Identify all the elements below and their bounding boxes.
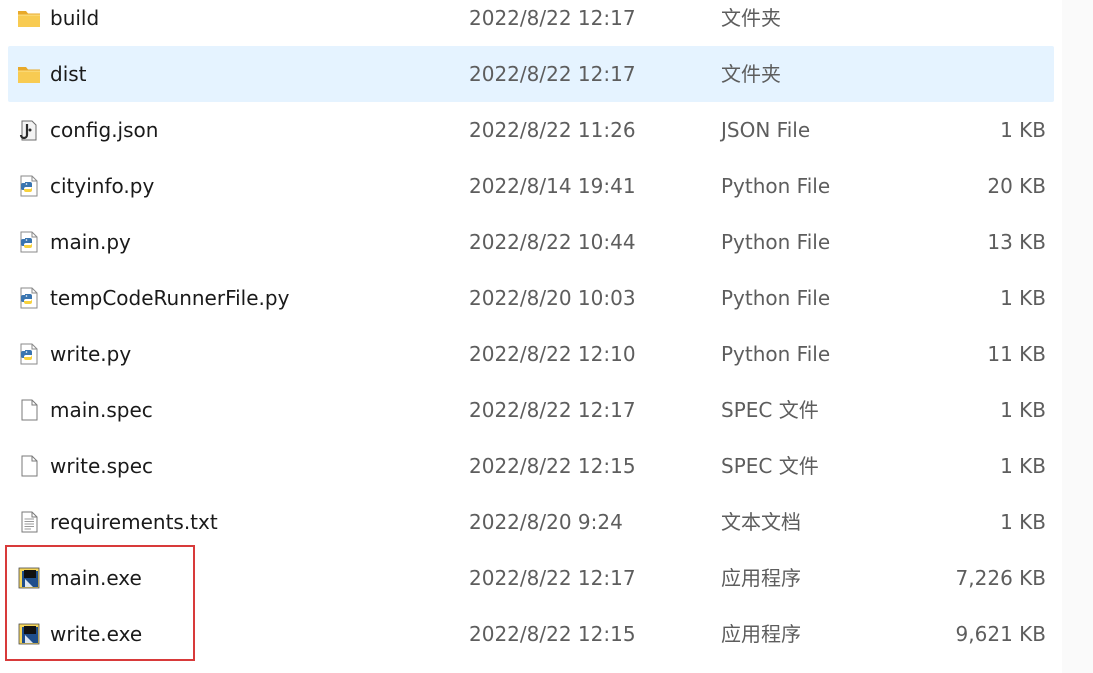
file-date-modified: 2022/8/22 12:17 (469, 566, 636, 590)
file-name: main.exe (50, 566, 142, 590)
folder-icon (16, 62, 42, 86)
file-date-modified: 2022/8/14 19:41 (469, 174, 636, 198)
file-type: Python File (721, 230, 831, 254)
file-type: 文件夹 (721, 62, 781, 86)
json-file-icon (16, 118, 42, 142)
file-date-modified: 2022/8/22 11:26 (469, 118, 636, 142)
file-name: config.json (50, 118, 159, 142)
file-name: main.spec (50, 398, 153, 422)
file-row[interactable]: main.exe 2022/8/22 12:17 应用程序 7,226 KB (8, 550, 1054, 606)
file-name: write.spec (50, 454, 154, 478)
file-name: write.py (50, 342, 132, 366)
python-file-icon (16, 174, 42, 198)
file-type: 应用程序 (721, 566, 801, 590)
python-file-icon (16, 230, 42, 254)
file-size: 1 KB (1000, 398, 1046, 422)
file-date-modified: 2022/8/22 12:17 (469, 62, 636, 86)
file-date-modified: 2022/8/22 12:10 (469, 342, 636, 366)
file-row[interactable]: config.json 2022/8/22 11:26 JSON File 1 KB (8, 102, 1054, 158)
file-size: 13 KB (987, 230, 1046, 254)
file-size: 11 KB (987, 342, 1046, 366)
file-row[interactable]: write.py 2022/8/22 12:10 Python File 11 KB (8, 326, 1054, 382)
file-row[interactable]: dist 2022/8/22 12:17 文件夹 (8, 46, 1054, 102)
file-type: 应用程序 (721, 622, 801, 646)
file-explorer-pane: build 2022/8/22 12:17 文件夹 dist 2022/8/22 12:… (0, 0, 1093, 673)
file-type: JSON File (721, 118, 811, 142)
file-date-modified: 2022/8/22 12:15 (469, 454, 636, 478)
scrollbar-track[interactable] (1062, 0, 1093, 673)
file-size: 1 KB (1000, 510, 1046, 534)
file-name: build (50, 6, 100, 30)
file-row[interactable]: write.exe 2022/8/22 12:15 应用程序 9,621 KB (8, 606, 1054, 662)
file-row[interactable]: write.spec 2022/8/22 12:15 SPEC 文件 1 KB (8, 438, 1054, 494)
file-size: 1 KB (1000, 118, 1046, 142)
file-name: dist (50, 62, 87, 86)
blank-file-icon (16, 454, 42, 478)
file-type: SPEC 文件 (721, 454, 819, 478)
file-row[interactable]: cityinfo.py 2022/8/14 19:41 Python File 20 … (8, 158, 1054, 214)
file-size: 9,621 KB (955, 622, 1046, 646)
file-size: 1 KB (1000, 286, 1046, 310)
file-row[interactable]: build 2022/8/22 12:17 文件夹 (8, 0, 1054, 46)
pyinstaller-exe-icon (16, 622, 42, 646)
file-date-modified: 2022/8/20 9:24 (469, 510, 623, 534)
file-row[interactable]: tempCodeRunnerFile.py 2022/8/20 10:03 Pyth… (8, 270, 1054, 326)
file-date-modified: 2022/8/22 12:17 (469, 6, 636, 30)
file-name: main.py (50, 230, 131, 254)
file-name: tempCodeRunnerFile.py (50, 286, 290, 310)
file-type: 文件夹 (721, 6, 781, 30)
python-file-icon (16, 342, 42, 366)
file-row[interactable]: main.spec 2022/8/22 12:17 SPEC 文件 1 KB (8, 382, 1054, 438)
file-type: 文本文档 (721, 510, 801, 534)
folder-icon (16, 6, 42, 30)
file-size: 20 KB (987, 174, 1046, 198)
file-name: requirements.txt (50, 510, 218, 534)
python-file-icon (16, 286, 42, 310)
file-type: Python File (721, 286, 831, 310)
file-row[interactable]: main.py 2022/8/22 10:44 Python File 13 KB (8, 214, 1054, 270)
file-date-modified: 2022/8/22 12:15 (469, 622, 636, 646)
file-name: cityinfo.py (50, 174, 155, 198)
file-row[interactable]: requirements.txt 2022/8/20 9:24 文本文档 1 KB (8, 494, 1054, 550)
file-size: 7,226 KB (955, 566, 1046, 590)
file-size: 1 KB (1000, 454, 1046, 478)
file-list: build 2022/8/22 12:17 文件夹 dist 2022/8/22 12:… (8, 0, 1054, 662)
text-file-icon (16, 510, 42, 534)
file-type: Python File (721, 174, 831, 198)
file-date-modified: 2022/8/22 10:44 (469, 230, 636, 254)
file-date-modified: 2022/8/22 12:17 (469, 398, 636, 422)
blank-file-icon (16, 398, 42, 422)
file-date-modified: 2022/8/20 10:03 (469, 286, 636, 310)
file-type: SPEC 文件 (721, 398, 819, 422)
pyinstaller-exe-icon (16, 566, 42, 590)
file-type: Python File (721, 342, 831, 366)
file-name: write.exe (50, 622, 143, 646)
